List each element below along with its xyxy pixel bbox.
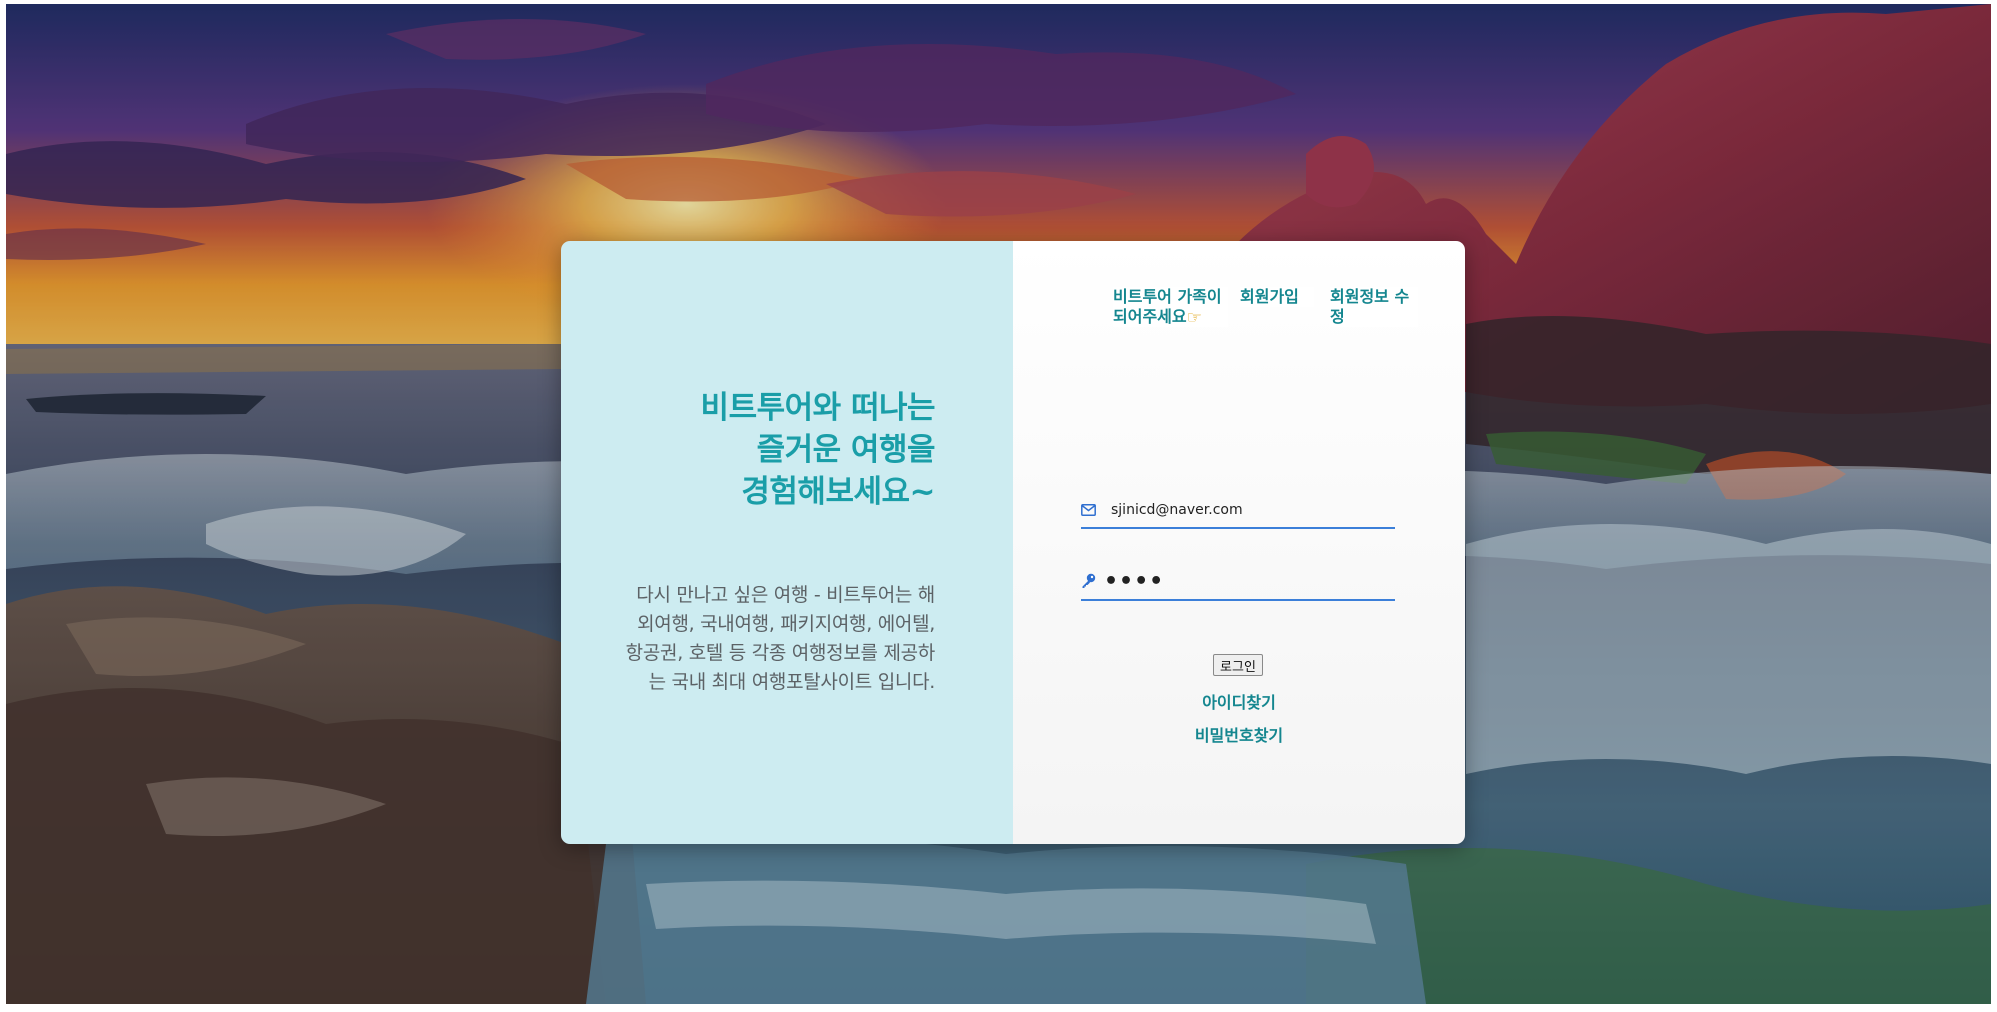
- password-field-wrapper: [1081, 563, 1418, 601]
- intro-headline: 비트투어와 떠나는 즐거운 여행을 경험해보세요~: [635, 387, 936, 513]
- login-panel: 비트투어 가족이 되어주세요☞ 회원가입 회원정보 수정 sjinicd@nav…: [1013, 241, 1465, 844]
- intro-panel: 비트투어와 떠나는 즐거운 여행을 경험해보세요~ 다시 만나고 싶은 여행 -…: [561, 241, 1013, 844]
- headline-line: 즐거운 여행을: [756, 432, 936, 468]
- mail-icon: [1081, 504, 1103, 516]
- edit-member-link[interactable]: 회원정보 수정: [1330, 287, 1418, 327]
- top-links: 비트투어 가족이 되어주세요☞ 회원가입 회원정보 수정: [1113, 287, 1418, 327]
- find-id-link[interactable]: 아이디찾기: [1013, 689, 1465, 713]
- headline-line: 비트투어와 떠나는: [700, 390, 936, 426]
- login-card: 비트투어와 떠나는 즐거운 여행을 경험해보세요~ 다시 만나고 싶은 여행 -…: [561, 241, 1465, 844]
- find-password-link[interactable]: 비밀번호찾기: [1013, 722, 1465, 746]
- pointing-hand-icon: ☞: [1186, 308, 1202, 328]
- password-input[interactable]: [1096, 567, 1418, 595]
- email-field-wrapper: [1081, 493, 1395, 529]
- signup-link[interactable]: 회원가입: [1240, 287, 1314, 307]
- intro-description: 다시 만나고 싶은 여행 - 비트투어는 해외여행, 국내여행, 패키지여행, …: [625, 584, 936, 693]
- key-icon: [1081, 573, 1096, 589]
- email-input[interactable]: [1103, 496, 1395, 524]
- join-family-link[interactable]: 비트투어 가족이 되어주세요☞: [1113, 287, 1228, 327]
- login-button[interactable]: 로그인: [1213, 654, 1263, 676]
- headline-line: 경험해보세요~: [741, 474, 935, 510]
- join-family-label: 비트투어 가족이 되어주세요: [1113, 287, 1222, 326]
